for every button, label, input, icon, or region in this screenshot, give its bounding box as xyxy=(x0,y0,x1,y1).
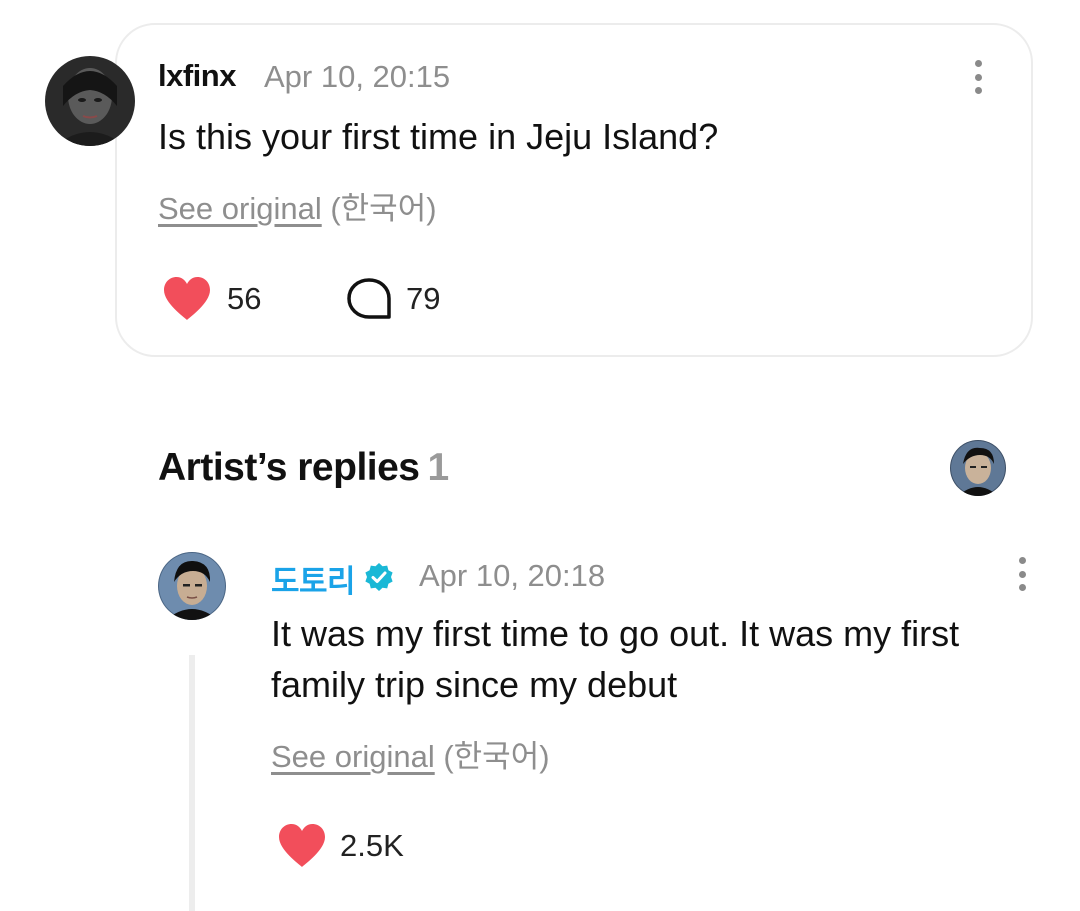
reply-timestamp: Apr 10, 20:18 xyxy=(419,558,606,593)
reply-button[interactable]: 79 xyxy=(346,277,440,321)
see-original-link[interactable]: See original xyxy=(158,191,322,226)
original-language-label: (한국어) xyxy=(330,191,437,226)
more-vertical-icon[interactable] xyxy=(1010,557,1034,591)
more-vertical-icon[interactable] xyxy=(966,60,990,94)
reply-see-original-row: See original (한국어) xyxy=(271,731,550,776)
like-count: 56 xyxy=(227,281,262,316)
artist-avatar-image xyxy=(158,552,226,620)
heart-icon xyxy=(164,277,210,320)
artist-replies-count: 1 xyxy=(427,446,450,489)
artist-avatar-small[interactable] xyxy=(950,440,1006,496)
comment-timestamp: Apr 10, 20:15 xyxy=(264,59,451,94)
reply-like-count: 2.5K xyxy=(340,828,404,863)
thread-connector-line xyxy=(189,655,195,911)
see-original-link[interactable]: See original xyxy=(271,739,435,774)
artist-replies-title: Artist’s replies 1 xyxy=(158,446,449,490)
reply-text: It was my first time to go out. It was m… xyxy=(271,613,960,705)
heart-icon xyxy=(279,824,325,867)
reply-count: 79 xyxy=(406,281,441,316)
reply-like-button[interactable]: 2.5K xyxy=(277,823,404,869)
user-avatar[interactable] xyxy=(45,56,135,146)
artist-name[interactable]: 도토리 xyxy=(271,556,356,601)
original-language-label: (한국어) xyxy=(443,739,550,774)
comment-thread-page: lxfinx Apr 10, 20:15 Is this your first … xyxy=(0,0,1080,911)
comment-see-original-row: See original (한국어) xyxy=(158,183,437,228)
artist-replies-label: Artist’s replies xyxy=(158,446,420,489)
artist-avatar[interactable] xyxy=(158,552,226,620)
comment-text: Is this your first time in Jeju Island? xyxy=(158,116,719,157)
like-button[interactable]: 56 xyxy=(162,276,261,322)
user-avatar-image xyxy=(45,56,135,146)
comment-username[interactable]: lxfinx xyxy=(158,58,236,94)
verified-badge-icon xyxy=(364,562,394,592)
artist-avatar-small-image xyxy=(950,440,1006,496)
speech-bubble-icon xyxy=(347,278,391,319)
